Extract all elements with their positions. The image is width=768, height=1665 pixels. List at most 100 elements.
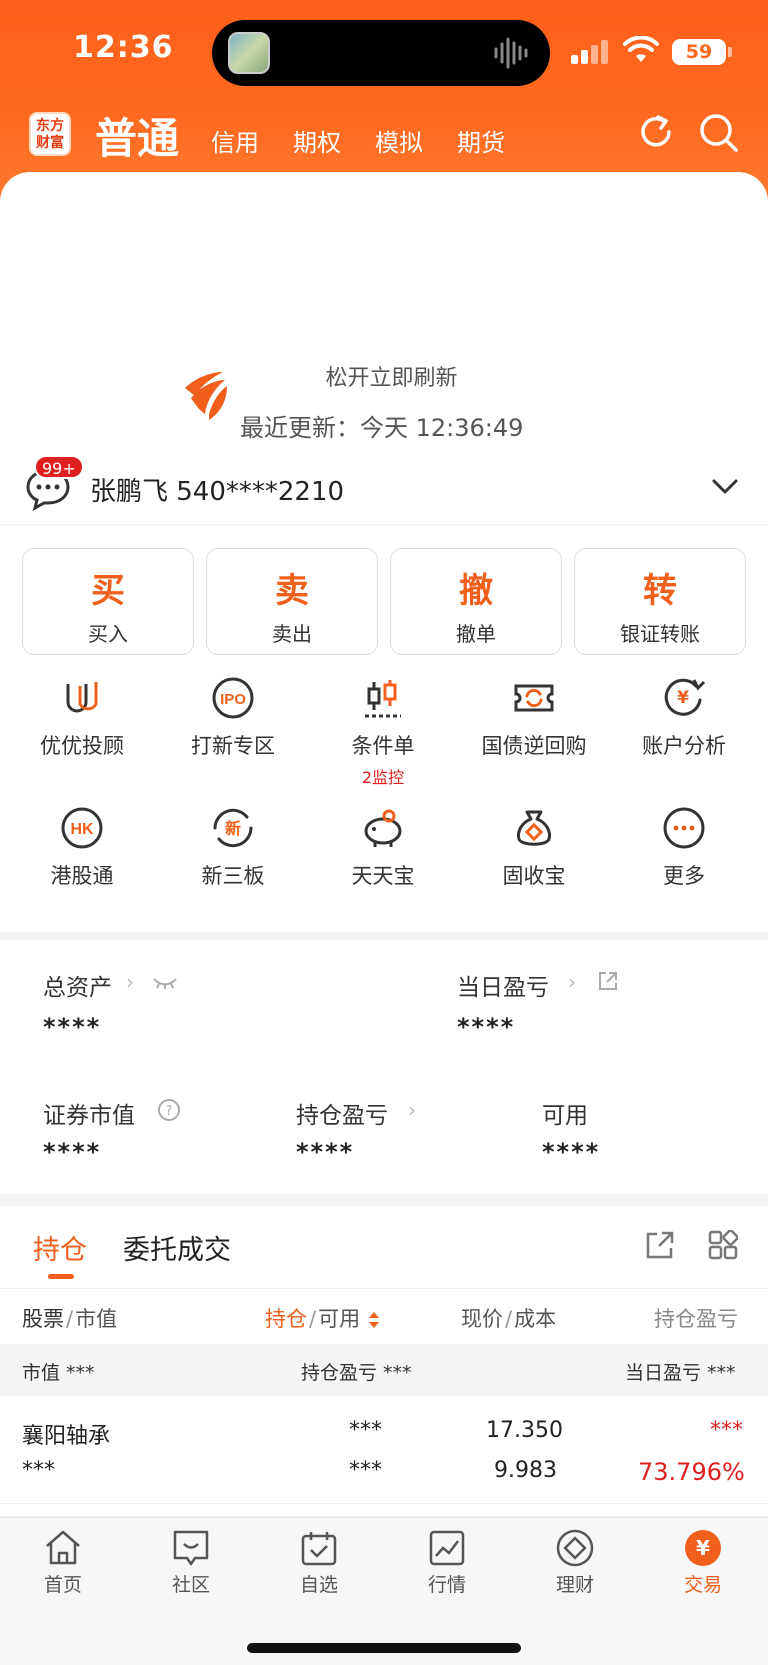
chevron-down-icon[interactable] [712, 479, 738, 495]
last-update-time: 最近更新：今天 12:36:49 [240, 414, 524, 442]
cancel-glyph: 撤 [459, 571, 493, 611]
stock-name: 襄阳轴承 [22, 1424, 111, 1449]
buy-glyph: 买 [91, 571, 125, 611]
account-selector[interactable]: 99+ 张鹏飞 540****2210 [0, 455, 768, 525]
grid-label: 新三板 [201, 864, 265, 888]
export-icon[interactable] [645, 1230, 675, 1260]
available-label: 可用 [542, 1103, 588, 1129]
bank-transfer-button[interactable]: 转 银证转账 [574, 548, 746, 655]
chevron-right-icon: › [408, 1098, 416, 1122]
home-indicator[interactable] [247, 1643, 521, 1653]
svg-text:¥: ¥ [677, 688, 689, 708]
tab-credit[interactable]: 信用 [211, 123, 259, 158]
repo-icon [514, 684, 554, 712]
island-app-icon [228, 32, 270, 74]
account-analysis-icon: ¥ [664, 678, 706, 716]
sell-glyph: 卖 [275, 571, 309, 611]
buy-button[interactable]: 买 买入 [22, 548, 194, 655]
grid-label: 打新专区 [191, 734, 275, 758]
stock-pl: *** [710, 1418, 743, 1443]
ipo-icon: IPO [212, 677, 254, 719]
grid-condition-order[interactable]: 条件单 2监控 [313, 676, 453, 788]
total-assets-label[interactable]: 总资产 [43, 968, 112, 1002]
nav-label: 自选 [299, 1574, 338, 1596]
wealth-icon [556, 1529, 594, 1567]
transfer-glyph: 转 [643, 571, 677, 611]
watchlist-icon [301, 1532, 337, 1566]
col-position-available[interactable]: 持仓/可用 [265, 1303, 381, 1333]
grid-account-analysis[interactable]: ¥ 账户分析 [614, 676, 754, 760]
summary-market-value: 市值 *** [22, 1362, 95, 1384]
sell-label: 卖出 [272, 622, 312, 646]
col-position-pl[interactable]: 持仓盈亏 [654, 1303, 738, 1333]
grid-ipo[interactable]: IPO 打新专区 [163, 676, 303, 760]
brand-logo: 东方 财富 [29, 112, 71, 156]
chevron-right-icon: › [126, 970, 134, 994]
market-icon [429, 1530, 465, 1566]
grid-more[interactable]: 更多 [614, 806, 754, 890]
asset-summary: 总资产 › **** 当日盈亏 › **** 证券市值 ? **** 持仓盈亏 … [0, 940, 768, 1194]
cancel-label: 撤单 [456, 622, 496, 646]
nav-label: 交易 [683, 1574, 722, 1596]
search-icon[interactable] [698, 112, 740, 154]
available-value: **** [542, 1138, 601, 1166]
daily-pl-label[interactable]: 当日盈亏 [457, 968, 549, 1002]
message-badge: 99+ [34, 455, 84, 479]
chevron-right-icon: › [568, 970, 576, 994]
layout-grid-icon[interactable] [708, 1230, 738, 1260]
tab-futures[interactable]: 期货 [457, 123, 505, 158]
condition-order-icon [365, 680, 401, 718]
grid-label: 固收宝 [502, 864, 566, 888]
nav-trade[interactable]: ¥ 交易 [653, 1528, 753, 1597]
grid-label: 优优投顾 [40, 734, 124, 758]
grid-treasury-repo[interactable]: 国债逆回购 [464, 676, 604, 760]
nav-community[interactable]: 社区 [141, 1528, 241, 1597]
stock-price: 17.350 [486, 1418, 563, 1443]
svg-text:?: ? [166, 1104, 173, 1119]
share-icon[interactable] [597, 970, 619, 992]
tab-options[interactable]: 期权 [293, 123, 341, 158]
grid-tiantianbao[interactable]: 天天宝 [313, 806, 453, 890]
grid-youyou-advisor[interactable]: 优优投顾 [12, 676, 152, 760]
nav-label: 理财 [555, 1574, 594, 1596]
help-icon[interactable]: ? [157, 1098, 181, 1122]
buy-label: 买入 [88, 622, 128, 646]
community-icon [173, 1530, 209, 1566]
grid-gushoubao[interactable]: 固收宝 [464, 806, 604, 890]
col-price-label: 现价 [461, 1307, 503, 1331]
grid-hk-connect[interactable]: HK 港股通 [12, 806, 152, 890]
table-row[interactable]: 襄阳轴承 *** *** *** 17.350 9.983 *** 73.796… [0, 1396, 768, 1504]
nav-home[interactable]: 首页 [13, 1528, 113, 1597]
audio-wave-icon [494, 37, 528, 69]
tab-orders-trades[interactable]: 委托成交 [123, 1228, 231, 1267]
stock-market-value: *** [22, 1458, 55, 1483]
summary-position-pl: 持仓盈亏 *** [301, 1362, 412, 1384]
svg-text:HK: HK [70, 821, 94, 838]
col-stock-market-value[interactable]: 股票/市值 [22, 1303, 117, 1333]
refresh-icon[interactable] [636, 112, 676, 152]
more-icon [663, 807, 705, 849]
cancel-order-button[interactable]: 撤 撤单 [390, 548, 562, 655]
tab-simulation[interactable]: 模拟 [375, 123, 423, 158]
col-stock-label: 股票 [22, 1307, 64, 1331]
col-price-cost[interactable]: 现价/成本 [461, 1303, 556, 1333]
nav-label: 首页 [43, 1574, 82, 1596]
grid-label: 港股通 [50, 864, 114, 888]
nav-wealth[interactable]: 理财 [525, 1528, 625, 1597]
sell-button[interactable]: 卖 卖出 [206, 548, 378, 655]
nav-market[interactable]: 行情 [397, 1528, 497, 1597]
pull-refresh-title: 松开立即刷新 [325, 366, 458, 391]
eye-hidden-icon[interactable] [152, 976, 178, 990]
stock-position: *** [349, 1418, 382, 1443]
holdings-column-header: 股票/市值 持仓/可用 现价/成本 持仓盈亏 [0, 1288, 768, 1344]
nav-watchlist[interactable]: 自选 [269, 1528, 369, 1597]
tab-normal[interactable]: 普通 [95, 105, 179, 166]
holdings-panel: 持仓 委托成交 股票/市值 持仓/可用 现价/成本 持仓盈亏 市值 *** 持仓… [0, 1206, 768, 1516]
stock-available: *** [349, 1458, 382, 1483]
summary-daily-pl: 当日盈亏 *** [625, 1362, 736, 1384]
grid-new-third-board[interactable]: 新 新三板 [163, 806, 303, 890]
battery-indicator: 59 [672, 39, 726, 65]
status-time: 12:36 [73, 30, 174, 65]
tab-positions[interactable]: 持仓 [33, 1228, 87, 1267]
position-pl-label[interactable]: 持仓盈亏 [296, 1096, 388, 1130]
